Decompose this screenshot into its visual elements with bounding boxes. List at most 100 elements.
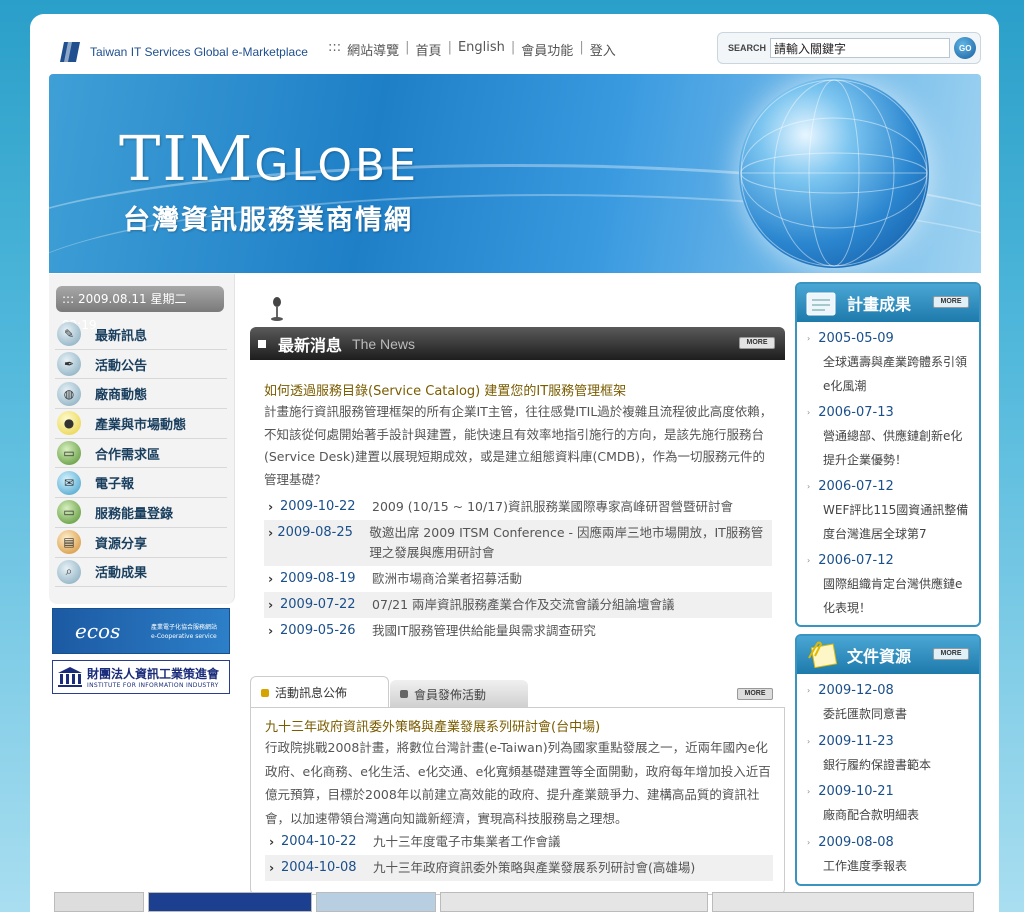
activity-item[interactable]: › 2004-10-08 九十三年政府資訊委外策略與產業發展系列研討會(高雄場)	[265, 855, 773, 881]
iii-name-zh: 財團法人資訊工業策進會	[87, 667, 220, 681]
banner-title-main: TIM	[119, 122, 255, 195]
activity-item-date: 2004-10-22	[281, 834, 357, 849]
clipboard-icon	[806, 292, 836, 316]
partner-logo[interactable]	[316, 892, 436, 912]
document-text: 銀行履約保證書範本	[823, 757, 932, 772]
chevron-right-icon: ›	[268, 597, 274, 612]
document-item[interactable]: › 2009-08-08 工作進度季報表	[807, 830, 971, 879]
tab-activity-announcements[interactable]: 活動訊息公佈	[250, 676, 389, 708]
iii-banner-link[interactable]: 財團法人資訊工業策進會 INSTITUTE FOR INFORMATION IN…	[52, 660, 230, 694]
nav-sitemap[interactable]: 網站導覽	[347, 40, 399, 59]
plan-result-item[interactable]: › 2006-07-12 國際組織肯定台灣供應鏈e化表現！	[807, 548, 971, 620]
sidebar-item-label: 廠商動態	[95, 388, 148, 404]
document-item[interactable]: › 2009-11-23 銀行履約保證書範本	[807, 729, 971, 778]
site-logo[interactable]: Taiwan IT Services Global e-Marketplace	[58, 40, 308, 64]
tab-member-events[interactable]: 會員發佈活動	[390, 680, 528, 708]
tab-label: 會員發佈活動	[414, 687, 487, 702]
document-item[interactable]: › 2009-12-08 委託匯款同意書	[807, 678, 971, 727]
activity-featured-title[interactable]: 九十三年政府資訊委外策略與產業發展系列研討會(台中場)	[265, 716, 600, 735]
chevron-right-icon: ›	[268, 525, 274, 540]
partner-logo[interactable]	[440, 892, 708, 912]
globe-grid-icon	[740, 79, 928, 267]
pencil-icon: ✎	[57, 322, 81, 347]
sidebar-item-event-results[interactable]: ⌕ 活動成果	[55, 558, 227, 588]
left-sidebar: ::: 2009.08.11 星期二 02:19 ✎ 最新訊息 ✒ 活動公告 ◍…	[49, 274, 235, 604]
news-item[interactable]: › 2009-07-22 07/21 兩岸資訊服務產業合作及交流會議分組論壇會議	[264, 592, 772, 618]
plan-result-date: 2006-07-12	[818, 479, 894, 494]
square-bullet-icon	[258, 339, 266, 348]
news-item-text: 07/21 兩岸資訊服務產業合作及交流會議分組論壇會議	[372, 597, 675, 612]
triangle-right-icon: ›	[807, 556, 811, 565]
document-date: 2009-08-08	[818, 834, 894, 850]
plan-result-item[interactable]: › 2006-07-12 WEF評比115國資通訊整備度台灣進居全球第7	[807, 474, 971, 546]
nav-english[interactable]: English	[458, 40, 505, 59]
triangle-right-icon: ›	[807, 837, 811, 847]
documents-more-button[interactable]: MORE	[933, 648, 969, 660]
partner-logo[interactable]	[54, 892, 144, 912]
sidebar-item-latest-news[interactable]: ✎ 最新訊息	[55, 320, 227, 350]
partner-logo[interactable]	[148, 892, 312, 912]
page: Taiwan IT Services Global e-Marketplace …	[30, 14, 999, 912]
news-featured-title[interactable]: 如何透過服務目錄(Service Catalog) 建置您的IT服務管理框架	[264, 380, 626, 399]
plan-result-date: 2005-05-09	[818, 331, 894, 346]
sidebar-item-label: 最新訊息	[95, 328, 148, 344]
iii-text: 財團法人資訊工業策進會 INSTITUTE FOR INFORMATION IN…	[87, 665, 219, 689]
chevron-right-icon: ›	[268, 623, 274, 638]
search-go-button[interactable]: GO	[954, 37, 976, 59]
ecos-caption: 產業電子化協合服務網站 e-Cooperative service	[151, 623, 217, 641]
activity-featured-body: 行政院挑戰2008計畫，將數位台灣計畫(e-Taiwan)列為國家重點發展之一，…	[265, 740, 771, 826]
chevron-right-icon: ›	[269, 860, 275, 875]
chevron-right-icon: ›	[268, 499, 274, 514]
book-icon: ▭	[57, 441, 81, 466]
book-icon: ▭	[57, 500, 81, 525]
banner: TIMGLOBE 台灣資訊服務業商情網	[49, 74, 981, 273]
document-text: 廠商配合款明細表	[823, 808, 920, 822]
globe-icon: ◍	[57, 381, 81, 406]
site-name: Taiwan IT Services Global e-Marketplace	[90, 45, 308, 59]
document-item[interactable]: › 2009-10-21 廠商配合款明細表	[807, 779, 971, 828]
activity-item[interactable]: › 2004-10-22 九十三年度電子市集業者工作會議	[265, 829, 773, 855]
triangle-right-icon: ›	[807, 787, 811, 796]
news-featured-body: 計畫施行資訊服務管理框架的所有企業IT主管，往往感覺ITIL過於複雜且流程彼此高…	[264, 404, 773, 487]
sidebar-item-newsletter[interactable]: ✉ 電子報	[55, 468, 227, 499]
sidebar-item-industry-market[interactable]: ● 產業與市場動態	[55, 409, 227, 439]
nav-member[interactable]: 會員功能	[521, 40, 573, 59]
news-list: › 2009-10-22 2009 (10/15 ~ 10/17)資訊服務業國際…	[264, 494, 772, 644]
plan-result-item[interactable]: › 2005-05-09 全球邁壽與產業跨體系引領e化風潮	[807, 326, 971, 398]
nav-home[interactable]: 首頁	[416, 40, 442, 59]
sidebar-item-cooperation[interactable]: ▭ 合作需求區	[55, 439, 227, 469]
news-item[interactable]: › 2009-10-22 2009 (10/15 ~ 10/17)資訊服務業國際…	[264, 494, 772, 520]
chevron-right-icon: ›	[268, 571, 274, 586]
news-item-date: 2009-08-25	[277, 525, 353, 540]
activity-panel: 九十三年政府資訊委外策略與產業發展系列研討會(台中場) 行政院挑戰2008計畫，…	[250, 707, 785, 895]
plan-results-more-button[interactable]: MORE	[933, 296, 969, 308]
tab-bullet-icon	[261, 688, 269, 697]
news-item[interactable]: › 2009-08-25 敬邀出席 2009 ITSM Conference -…	[264, 520, 772, 566]
ecos-banner-link[interactable]: ecos 產業電子化協合服務網站 e-Cooperative service	[52, 608, 230, 654]
activity-more-button[interactable]: MORE	[737, 688, 773, 700]
news-more-button[interactable]: MORE	[739, 337, 775, 349]
partner-logo-strip	[54, 892, 974, 912]
news-item-date: 2009-10-22	[280, 499, 356, 514]
document-text: 委託匯款同意書	[823, 707, 908, 721]
news-item-date: 2009-05-26	[280, 623, 356, 638]
nav-login[interactable]: 登入	[590, 40, 616, 59]
banner-title-globe: GLOBE	[254, 140, 419, 191]
documents-header: 文件資源 MORE	[797, 636, 979, 674]
ecos-caption-en: e-Cooperative service	[151, 633, 217, 640]
sidebar-item-service-registry[interactable]: ▭ 服務能量登錄	[55, 498, 227, 528]
sidebar-item-resources[interactable]: ▤ 資源分享	[55, 528, 227, 558]
partner-logo[interactable]	[712, 892, 974, 912]
sidebar-item-events[interactable]: ✒ 活動公告	[55, 350, 227, 380]
banner-title: TIMGLOBE	[119, 128, 419, 190]
documents-list: › 2009-12-08 委託匯款同意書 › 2009-11-23 銀行履約保證書範…	[797, 674, 979, 886]
document-date: 2009-12-08	[818, 683, 894, 698]
search-input[interactable]	[770, 38, 951, 58]
sidebar-item-vendor-news[interactable]: ◍ 廠商動態	[55, 379, 227, 410]
news-item[interactable]: › 2009-08-19 歐洲市場商洽業者招募活動	[264, 566, 772, 592]
plan-result-item[interactable]: › 2006-07-13 營通總部、供應鏈創新e化提升企業優勢！	[807, 400, 971, 472]
microphone-icon	[271, 297, 283, 321]
news-title-zh: 最新消息	[278, 335, 343, 355]
triangle-right-icon: ›	[807, 736, 811, 746]
news-item[interactable]: › 2009-05-26 我國IT服務管理供給能量與需求調查研究	[264, 618, 772, 644]
